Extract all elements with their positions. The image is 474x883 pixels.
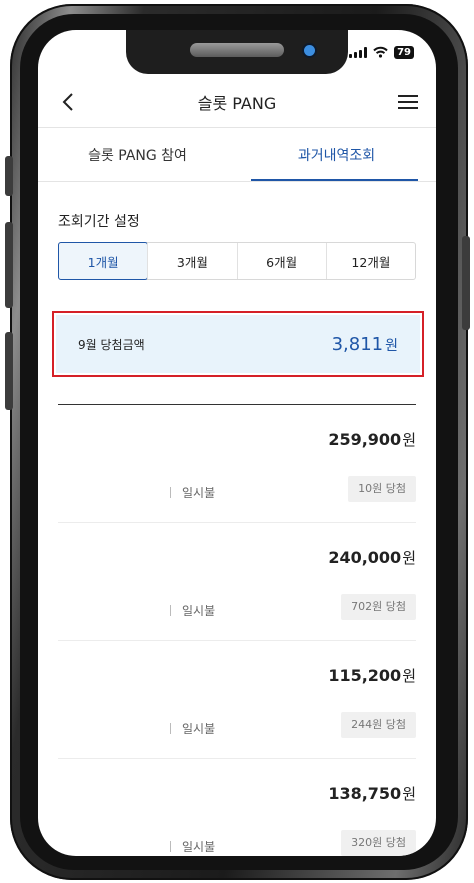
transaction-amount: 240,000원 [328,547,416,568]
period-option-12-months[interactable]: 12개월 [325,243,415,279]
transaction-amount-value: 138,750 [328,784,402,803]
period-option-label: 1개월 [87,254,119,270]
payment-type: 일시불 [170,838,215,855]
app-screen: 79 슬롯 PANG 슬롯 PANG 참여 과거내역조회 조회기간 설정 1개월… [38,30,436,856]
transaction-list: 259,900원 일시불 10원 당첨 240,000원 일시불 702원 당첨… [58,405,416,856]
transaction-amount-value: 240,000 [328,548,402,567]
wifi-icon [373,46,388,58]
app-header: 슬롯 PANG [38,82,436,122]
page-title: 슬롯 PANG [197,94,277,113]
payment-type: 일시불 [170,720,215,737]
payment-type: 일시불 [170,484,215,501]
period-option-label: 12개월 [351,254,391,270]
transaction-amount-unit: 원 [402,549,416,567]
summary-label: 9월 당첨금액 [78,337,145,352]
menu-button[interactable] [396,90,420,114]
winning-badge: 320원 당첨 [341,830,416,856]
period-option-label: 6개월 [266,254,298,270]
silent-switch [5,156,13,196]
transaction-amount: 115,200원 [328,665,416,686]
winning-badge: 10원 당첨 [348,476,416,502]
summary-amount-unit: 원 [385,337,398,354]
payment-type: 일시불 [170,602,215,619]
transaction-amount: 259,900원 [328,429,416,450]
period-option-label: 3개월 [176,254,208,270]
period-label: 조회기간 설정 [58,214,140,230]
monthly-winnings-summary: 9월 당첨금액 3,811 원 [56,315,420,373]
transaction-amount-unit: 원 [402,785,416,803]
transaction-amount-unit: 원 [402,667,416,685]
battery-indicator: 79 [394,45,414,59]
volume-up-button [5,222,13,308]
transaction-amount-value: 259,900 [328,430,402,449]
front-camera [304,45,315,56]
tab-history[interactable]: 과거내역조회 [237,128,436,182]
period-selector: 1개월 3개월 6개월 12개월 [57,242,416,280]
transaction-amount-value: 115,200 [328,666,402,685]
transaction-row[interactable]: 138,750원 일시불 320원 당첨 [58,759,416,856]
speaker-grille [190,43,284,57]
tab-bar: 슬롯 PANG 참여 과거내역조회 [38,128,436,182]
transaction-row[interactable]: 115,200원 일시불 244원 당첨 [58,641,416,759]
volume-down-button [5,332,13,410]
cellular-signal-icon [349,46,368,58]
transaction-amount-unit: 원 [402,431,416,449]
period-option-1-month[interactable]: 1개월 [57,242,149,280]
notch [126,30,348,74]
winning-badge: 244원 당첨 [341,712,416,738]
summary-amount: 3,811 원 [332,334,398,355]
transaction-row[interactable]: 259,900원 일시불 10원 당첨 [58,405,416,523]
period-option-3-months[interactable]: 3개월 [147,243,236,279]
transaction-amount: 138,750원 [328,783,416,804]
tab-slot-pang-join[interactable]: 슬롯 PANG 참여 [38,128,237,182]
tabs-divider [38,181,436,182]
power-button [462,236,470,330]
period-option-6-months[interactable]: 6개월 [236,243,326,279]
winning-badge: 702원 당첨 [341,594,416,620]
transaction-row[interactable]: 240,000원 일시불 702원 당첨 [58,523,416,641]
status-icons: 79 [349,44,414,60]
summary-amount-value: 3,811 [331,333,384,355]
